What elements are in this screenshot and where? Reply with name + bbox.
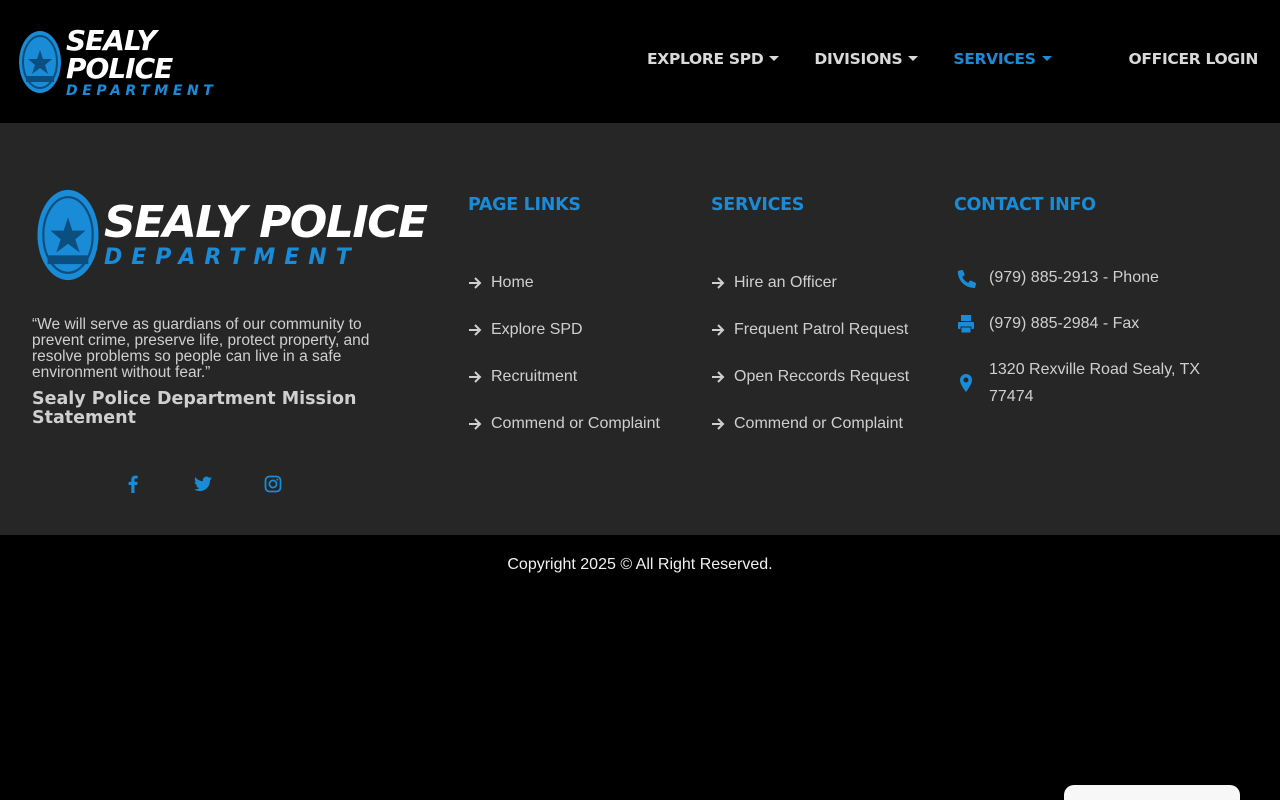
arrow-right-icon <box>712 323 725 336</box>
mission-quote: “We will serve as guardians of our commu… <box>32 316 370 381</box>
main-nav: EXPLORE SPD DIVISIONS SERVICES <box>647 50 1052 68</box>
map-pin-icon <box>954 356 978 410</box>
logo-line-2: DEPARTMENT <box>66 82 218 99</box>
social-links <box>120 471 286 497</box>
copyright-text: Copyright 2025 © All Right Reserved. <box>507 556 773 573</box>
logo-line-2: DEPARTMENT <box>104 245 360 270</box>
nav-services[interactable]: SERVICES <box>953 50 1052 68</box>
page-link-recruitment[interactable]: Recruitment <box>468 353 660 400</box>
twitter-icon[interactable] <box>190 471 216 497</box>
arrow-right-icon <box>712 276 725 289</box>
officer-login-link[interactable]: OFFICER LOGIN <box>1129 50 1259 68</box>
service-link-hire-officer[interactable]: Hire an Officer <box>711 259 909 306</box>
nav-explore-spd[interactable]: EXPLORE SPD <box>647 50 780 68</box>
nav-label: SERVICES <box>953 50 1036 68</box>
page-links-list: Home Explore SPD Recruitment Commend or … <box>468 259 660 447</box>
page-link-commend-complaint[interactable]: Commend or Complaint <box>468 400 660 447</box>
logo-line-1: SEALY POLICE <box>104 197 428 248</box>
nav-label: DIVISIONS <box>814 50 903 68</box>
service-link-patrol-request[interactable]: Frequent Patrol Request <box>711 306 909 353</box>
site-header: SEALY POLICE DEPARTMENT EXPLORE SPD DIVI… <box>0 0 1280 123</box>
nav-divisions[interactable]: DIVISIONS <box>814 50 919 68</box>
site-footer: SEALY POLICE DEPARTMENT “We will serve a… <box>0 123 1280 535</box>
instagram-icon[interactable] <box>260 471 286 497</box>
services-title: SERVICES <box>711 195 805 215</box>
arrow-right-icon <box>469 370 482 383</box>
phone-icon <box>954 264 978 291</box>
arrow-right-icon <box>712 370 725 383</box>
contact-title: CONTACT INFO <box>954 195 1096 215</box>
arrow-right-icon <box>469 417 482 430</box>
page-links-title: PAGE LINKS <box>468 195 581 215</box>
caret-down-icon <box>1041 55 1052 61</box>
contact-list: (979) 885-2913 - Phone (979) 885-2984 - … <box>954 264 1219 410</box>
chat-widget-tab[interactable] <box>1064 785 1240 800</box>
service-link-records-request[interactable]: Open Reccords Request <box>711 353 909 400</box>
service-link-commend-complaint[interactable]: Commend or Complaint <box>711 400 909 447</box>
services-list: Hire an Officer Frequent Patrol Request … <box>711 259 909 447</box>
nav-label: EXPLORE SPD <box>647 50 764 68</box>
page-link-home[interactable]: Home <box>468 259 660 306</box>
arrow-right-icon <box>712 417 725 430</box>
header-logo[interactable]: SEALY POLICE DEPARTMENT <box>18 23 248 99</box>
contact-phone[interactable]: (979) 885-2913 - Phone <box>954 264 1219 310</box>
arrow-right-icon <box>469 323 482 336</box>
logo-line-1: SEALY POLICE <box>66 23 173 85</box>
arrow-right-icon <box>469 276 482 289</box>
police-badge-icon <box>19 31 61 93</box>
page-link-explore-spd[interactable]: Explore SPD <box>468 306 660 353</box>
fax-printer-icon <box>954 310 978 337</box>
police-badge-icon <box>37 189 99 281</box>
caret-down-icon <box>908 55 919 61</box>
footer-logo[interactable]: SEALY POLICE DEPARTMENT <box>36 187 428 283</box>
facebook-icon[interactable] <box>120 471 146 497</box>
mission-title: Sealy Police Department Mission Statemen… <box>32 389 357 428</box>
contact-address[interactable]: 1320 Rexville Road Sealy, TX 77474 <box>954 356 1219 410</box>
contact-fax: (979) 885-2984 - Fax <box>954 310 1219 356</box>
caret-down-icon <box>769 55 780 61</box>
